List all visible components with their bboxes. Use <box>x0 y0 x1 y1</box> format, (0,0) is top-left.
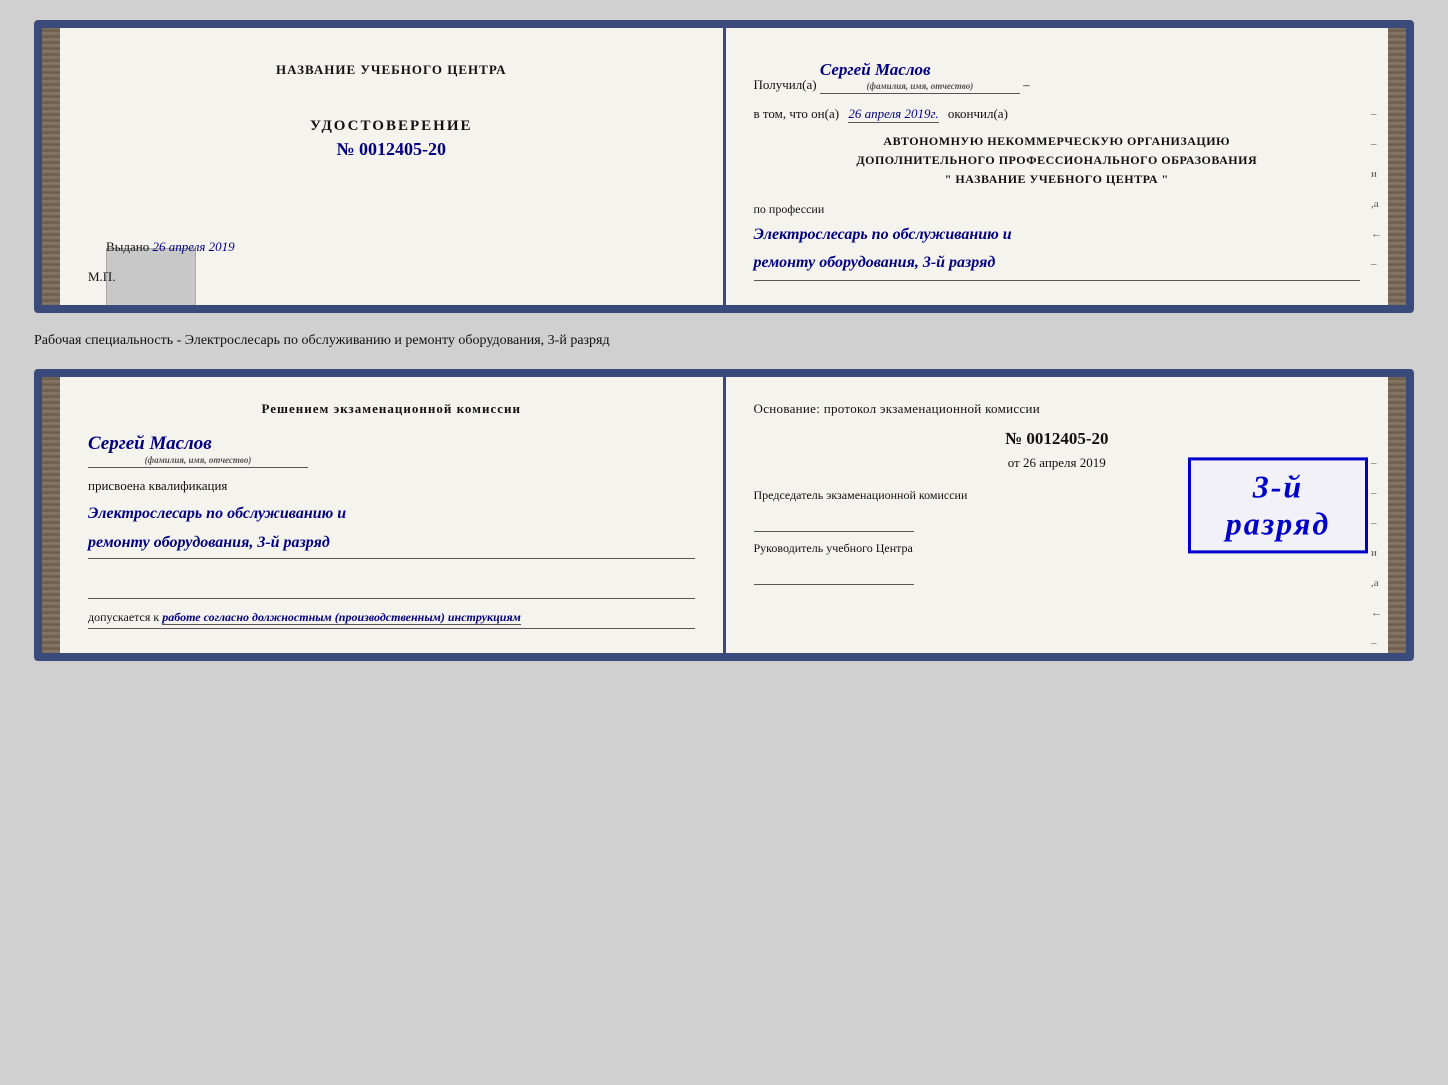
dash: – <box>1023 77 1030 92</box>
org-line2: ДОПОЛНИТЕЛЬНОГО ПРОФЕССИОНАЛЬНОГО ОБРАЗО… <box>754 151 1361 170</box>
issued-date: 26 апреля 2019 <box>153 239 235 254</box>
mark-r3: – <box>1371 517 1382 529</box>
mark-и: и <box>1371 168 1382 180</box>
date-suffix: окончил(а) <box>948 106 1008 121</box>
issued-line: Выдано 26 апреля 2019 <box>106 239 235 255</box>
udost-number: № 0012405-20 <box>336 139 446 160</box>
date-value: 26 апреля 2019г. <box>848 106 938 123</box>
mark-r1: – <box>1371 457 1382 469</box>
stamp-text: 3-й разряд <box>1203 468 1353 542</box>
udost-label: УДОСТОВЕРЕНИЕ <box>310 118 473 135</box>
udost-section: УДОСТОВЕРЕНИЕ № 0012405-20 <box>88 118 695 160</box>
recipient-name-text: Сергей Маслов <box>820 60 931 79</box>
chairman-sign-line <box>754 508 914 532</box>
issued-label: Выдано <box>106 239 149 254</box>
cert2-right-panel: Основание: протокол экзаменационной коми… <box>726 377 1389 653</box>
stamp: 3-й разряд <box>1188 457 1368 553</box>
qualification-label: присвоена квалификация <box>88 478 695 494</box>
recipient-prefix: Получил(а) <box>754 77 817 92</box>
profession-value: Электрослесарь по обслуживанию и ремонту… <box>754 221 1361 282</box>
allowed-line: допускается к работе согласно должностны… <box>88 610 695 625</box>
cert2-left-panel: Решением экзаменационной комиссии Сергей… <box>60 377 726 653</box>
qual-line1: Электрослесарь по обслуживанию и <box>88 505 346 522</box>
spine-left-2 <box>42 377 60 653</box>
mark-rarrow: ← <box>1371 607 1382 619</box>
profession-label: по профессии <box>754 202 1361 217</box>
allowed-prefix: допускается к <box>88 610 159 624</box>
person-name-2: Сергей Маслов (фамилия, имя, отчество) <box>88 433 308 468</box>
photo-placeholder <box>106 248 196 313</box>
cert1-left-panel: НАЗВАНИЕ УЧЕБНОГО ЦЕНТРА УДОСТОВЕРЕНИЕ №… <box>60 28 726 305</box>
mark-ra: ,а <box>1371 577 1382 589</box>
person-name-text: Сергей Маслов <box>88 433 212 454</box>
recipient-name: Сергей Маслов (фамилия, имя, отчество) <box>820 60 1020 94</box>
qualification-value: Электрослесарь по обслуживанию и ремонту… <box>88 500 695 559</box>
cert1-right-panel: Получил(а) Сергей Маслов (фамилия, имя, … <box>726 28 1389 305</box>
protocol-date-prefix: от <box>1008 455 1020 470</box>
name-subtitle: (фамилия, имя, отчество) <box>820 81 1020 91</box>
org-block: АВТОНОМНУЮ НЕКОММЕРЧЕСКУЮ ОРГАНИЗАЦИЮ ДО… <box>754 132 1361 190</box>
cert1-org-title: НАЗВАНИЕ УЧЕБНОГО ЦЕНТРА <box>88 62 695 78</box>
side-marks-right: – – и ,а ← – <box>1371 108 1382 270</box>
qual-line2: ремонту оборудования, 3-й разряд <box>88 534 330 551</box>
org-line1: АВТОНОМНУЮ НЕКОММЕРЧЕСКУЮ ОРГАНИЗАЦИЮ <box>754 132 1361 151</box>
spine-right-2 <box>1388 377 1406 653</box>
profession-line2: ремонту оборудования, 3-й разряд <box>754 254 996 271</box>
mark3: – <box>1371 258 1382 270</box>
spine-left <box>42 28 60 305</box>
date-line: в том, что он(а) 26 апреля 2019г. окончи… <box>754 106 1361 122</box>
protocol-number: № 0012405-20 <box>754 429 1361 449</box>
recipient-line: Получил(а) Сергей Маслов (фамилия, имя, … <box>754 60 1361 94</box>
basis-label: Основание: протокол экзаменационной коми… <box>754 401 1361 417</box>
mark-r2: – <box>1371 487 1382 499</box>
allowed-value: работе согласно должностным (производств… <box>162 610 521 625</box>
side-marks-right2: – – – и ,а ← – <box>1371 457 1382 649</box>
mark-r4: – <box>1371 637 1382 649</box>
mark1: – <box>1371 108 1382 120</box>
certificate-1: НАЗВАНИЕ УЧЕБНОГО ЦЕНТРА УДОСТОВЕРЕНИЕ №… <box>34 20 1414 313</box>
mark-arrow: ← <box>1371 228 1382 240</box>
mark-а: ,а <box>1371 198 1382 210</box>
decision-title: Решением экзаменационной комиссии <box>88 401 695 417</box>
spine-right <box>1388 28 1406 305</box>
mark-ri: и <box>1371 547 1382 559</box>
description-text: Рабочая специальность - Электрослесарь п… <box>34 329 1414 353</box>
mark2: – <box>1371 138 1382 150</box>
profession-line1: Электрослесарь по обслуживанию и <box>754 226 1012 243</box>
org-line3: " НАЗВАНИЕ УЧЕБНОГО ЦЕНТРА " <box>754 170 1361 189</box>
date-prefix: в том, что он(а) <box>754 106 840 121</box>
mp-label: М.П. <box>88 269 115 285</box>
head-sign-line <box>754 561 914 585</box>
certificate-2: Решением экзаменационной комиссии Сергей… <box>34 369 1414 661</box>
name-sub2: (фамилия, имя, отчество) <box>88 455 308 465</box>
protocol-date-value: 26 апреля 2019 <box>1023 455 1106 470</box>
person-name-block: Сергей Маслов (фамилия, имя, отчество) <box>88 433 695 468</box>
